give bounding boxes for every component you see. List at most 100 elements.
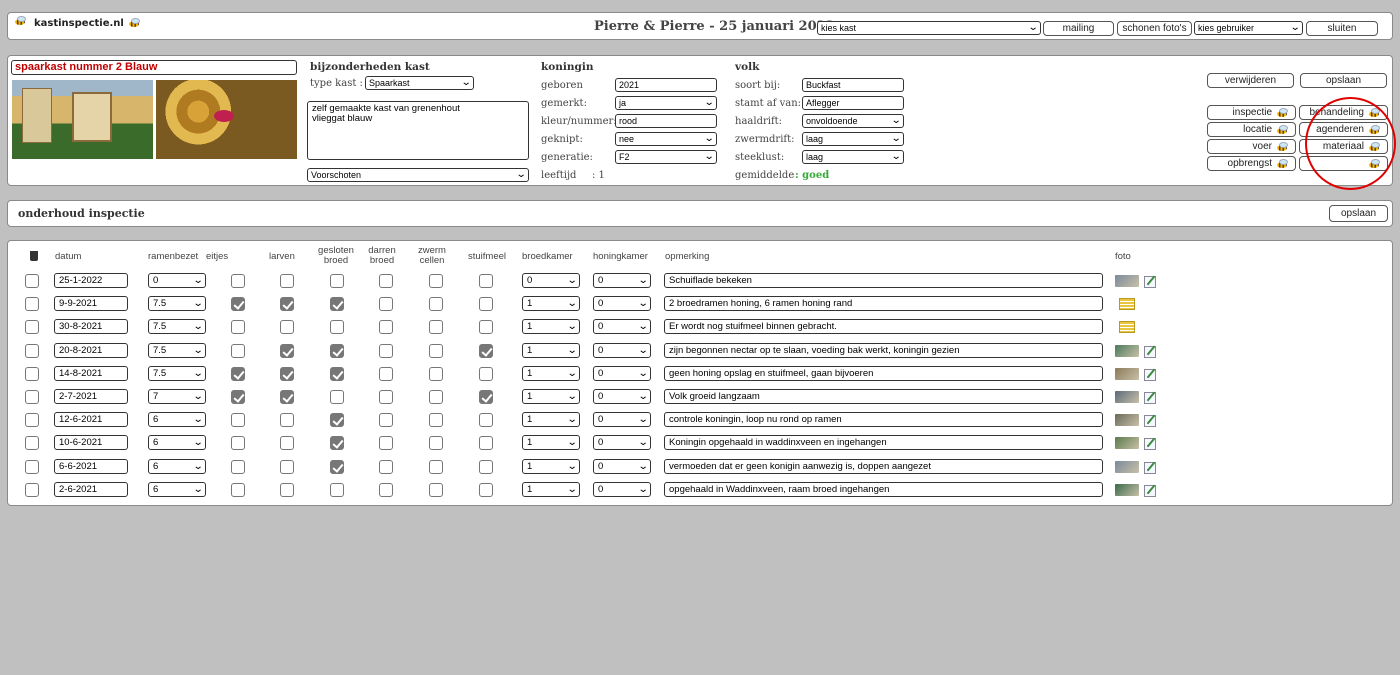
date-field[interactable]: 25-1-2022 [54, 273, 128, 288]
larven-checkbox[interactable] [280, 390, 294, 404]
honey-chamber-select[interactable]: 0 ⌄ [593, 296, 651, 312]
queen-marked-select[interactable]: ja ⌄ [615, 96, 717, 110]
stuifmeel-checkbox[interactable] [479, 343, 493, 358]
honey-chamber-select[interactable]: 0 ⌄ [593, 458, 651, 474]
darren-checkbox[interactable] [379, 413, 393, 428]
zwerm-checkbox[interactable] [429, 366, 443, 381]
location-select[interactable]: Voorschoten ⌄ [307, 168, 529, 182]
mailing-button[interactable]: mailing [1043, 21, 1114, 36]
larven-checkbox[interactable] [280, 320, 294, 335]
brood-chamber-select[interactable]: 1 ⌄ [522, 342, 580, 358]
brood-chamber-select[interactable]: 0 ⌄ [522, 273, 580, 288]
yield-button[interactable]: opbrengst [1207, 156, 1296, 171]
row-select-checkbox[interactable] [25, 274, 39, 288]
brood-chamber-select[interactable]: 1 ⌄ [522, 389, 580, 404]
eitjes-checkbox[interactable] [231, 459, 245, 474]
frames-select[interactable]: 6 ⌄ [148, 458, 206, 474]
brood-chamber-select[interactable]: 1 ⌄ [522, 435, 580, 451]
remark-field[interactable]: Schuiflade bekeken [664, 273, 1103, 288]
gesloten-checkbox[interactable] [330, 320, 344, 335]
stuifmeel-checkbox[interactable] [479, 274, 493, 288]
honey-chamber-select[interactable]: 0 ⌄ [593, 435, 651, 451]
hive-type-select[interactable]: Spaarkast ⌄ [365, 76, 474, 90]
colony-origin-field[interactable]: Aflegger [802, 96, 904, 110]
colony-kind-field[interactable]: Buckfast [802, 78, 904, 92]
brood-chamber-select[interactable]: 1 ⌄ [522, 481, 580, 497]
stuifmeel-checkbox[interactable] [479, 366, 493, 381]
zwerm-checkbox[interactable] [429, 274, 443, 288]
stuifmeel-checkbox[interactable] [479, 320, 493, 335]
photo-thumbnail[interactable] [1115, 344, 1139, 357]
remark-field[interactable]: 2 broedramen honing, 6 ramen honing rand [664, 296, 1103, 312]
colony-gather-select[interactable]: onvoldoende ⌄ [802, 114, 904, 128]
remark-field[interactable]: opgehaald in Waddinxveen, raam broed ing… [664, 481, 1103, 497]
zwerm-checkbox[interactable] [429, 297, 443, 312]
zwerm-checkbox[interactable] [429, 413, 443, 428]
honey-chamber-select[interactable]: 0 ⌄ [593, 389, 651, 404]
inspection-button[interactable]: inspectie [1207, 105, 1296, 120]
hive-notes-textarea[interactable]: zelf gemaakte kast van grenenhout vliegg… [307, 101, 529, 160]
row-select-checkbox[interactable] [25, 297, 39, 312]
row-select-checkbox[interactable] [25, 343, 39, 358]
remark-field[interactable]: Koningin opgehaald in waddinxveen en ing… [664, 435, 1103, 451]
row-select-checkbox[interactable] [25, 436, 39, 451]
zwerm-checkbox[interactable] [429, 436, 443, 451]
date-field[interactable]: 30-8-2021 [54, 319, 128, 335]
larven-checkbox[interactable] [280, 366, 294, 381]
delete-button[interactable]: verwijderen [1207, 73, 1294, 88]
darren-checkbox[interactable] [379, 390, 393, 404]
honey-chamber-select[interactable]: 0 ⌄ [593, 412, 651, 428]
zwerm-checkbox[interactable] [429, 320, 443, 335]
honey-chamber-select[interactable]: 0 ⌄ [593, 481, 651, 497]
darren-checkbox[interactable] [379, 343, 393, 358]
date-field[interactable]: 20-8-2021 [54, 342, 128, 358]
eitjes-checkbox[interactable] [231, 482, 245, 497]
larven-checkbox[interactable] [280, 436, 294, 451]
gesloten-checkbox[interactable] [330, 413, 344, 428]
edit-icon[interactable] [1144, 461, 1156, 474]
honey-chamber-select[interactable]: 0 ⌄ [593, 342, 651, 358]
queen-born-field[interactable]: 2021 [615, 78, 717, 92]
darren-checkbox[interactable] [379, 459, 393, 474]
frames-select[interactable]: 7.5 ⌄ [148, 365, 206, 381]
edit-icon[interactable] [1144, 392, 1156, 404]
eitjes-checkbox[interactable] [231, 297, 245, 312]
stuifmeel-checkbox[interactable] [479, 297, 493, 312]
row-select-checkbox[interactable] [25, 459, 39, 474]
darren-checkbox[interactable] [379, 320, 393, 335]
gesloten-checkbox[interactable] [330, 366, 344, 381]
honey-chamber-select[interactable]: 0 ⌄ [593, 273, 651, 288]
larven-checkbox[interactable] [280, 482, 294, 497]
frames-select[interactable]: 6 ⌄ [148, 481, 206, 497]
honey-chamber-select[interactable]: 0 ⌄ [593, 319, 651, 335]
larven-checkbox[interactable] [280, 413, 294, 428]
photo-thumbnail[interactable] [1115, 483, 1139, 496]
row-select-checkbox[interactable] [25, 390, 39, 404]
darren-checkbox[interactable] [379, 366, 393, 381]
darren-checkbox[interactable] [379, 274, 393, 288]
brood-chamber-select[interactable]: 1 ⌄ [522, 319, 580, 335]
date-field[interactable]: 2-7-2021 [54, 389, 128, 404]
gesloten-checkbox[interactable] [330, 459, 344, 474]
stuifmeel-checkbox[interactable] [479, 390, 493, 404]
brood-chamber-select[interactable]: 1 ⌄ [522, 458, 580, 474]
frames-select[interactable]: 7.5 ⌄ [148, 342, 206, 358]
eitjes-checkbox[interactable] [231, 413, 245, 428]
colony-swarm-select[interactable]: laag ⌄ [802, 132, 904, 146]
close-button[interactable]: sluiten [1306, 21, 1378, 36]
stuifmeel-checkbox[interactable] [479, 459, 493, 474]
zwerm-checkbox[interactable] [429, 459, 443, 474]
edit-icon[interactable] [1144, 438, 1156, 451]
larven-checkbox[interactable] [280, 274, 294, 288]
edit-icon[interactable] [1144, 276, 1156, 288]
clean-photos-button[interactable]: schonen foto's [1117, 21, 1192, 36]
photo-thumbnail[interactable] [1115, 460, 1139, 473]
darren-checkbox[interactable] [379, 482, 393, 497]
frames-select[interactable]: 6 ⌄ [148, 435, 206, 451]
brood-chamber-select[interactable]: 1 ⌄ [522, 412, 580, 428]
date-field[interactable]: 14-8-2021 [54, 365, 128, 381]
hive-name-field[interactable]: spaarkast nummer 2 Blauw [11, 60, 297, 75]
row-select-checkbox[interactable] [25, 320, 39, 335]
queen-color-field[interactable]: rood [615, 114, 717, 128]
larven-checkbox[interactable] [280, 459, 294, 474]
